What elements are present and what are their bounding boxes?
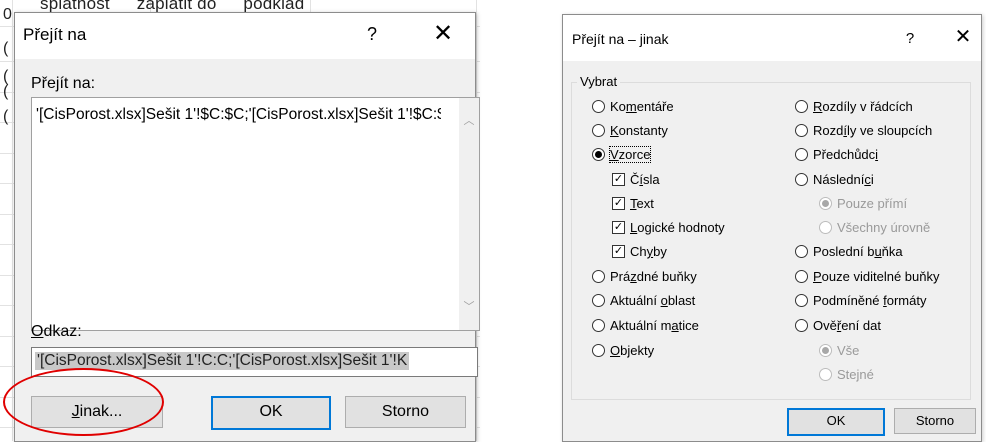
radio-icon[interactable] (795, 173, 808, 187)
reference-label-post: dkaz: (43, 323, 82, 340)
radio-last-cell[interactable]: Poslední buňka (795, 244, 903, 260)
go-to-screenshot: splatnost zaplatit do podklad 0 ( ( ( ( … (0, 0, 480, 442)
radio-selected-icon[interactable] (592, 148, 605, 162)
checkbox-checked-icon[interactable]: ✓ (612, 221, 625, 235)
reference-label: Odkaz: (31, 323, 82, 341)
radio-current-region[interactable]: Aktuální oblast (592, 293, 695, 309)
help-icon[interactable]: ? (360, 24, 384, 45)
radio-dependents[interactable]: Následníci (795, 172, 874, 188)
radio-icon[interactable] (795, 100, 808, 114)
dialog-title: Přejít na (23, 25, 87, 44)
radio-current-array[interactable]: Aktuální matice (592, 318, 699, 334)
radio-icon[interactable] (592, 124, 605, 138)
reference-input[interactable]: '[CisPorost.xlsx]Sešit 1'!C:C;'[CisPoros… (31, 347, 478, 377)
check-text[interactable]: ✓ Text (612, 196, 654, 212)
radio-icon[interactable] (592, 270, 605, 284)
dialog-title: Přejít na – jinak (572, 31, 669, 47)
radio-precedents[interactable]: Předchůdci (795, 147, 878, 163)
radio-disabled-icon (819, 221, 832, 235)
go-to-special-dialog: Přejít na – jinak ? ✕ Vybrat Komentáře K… (562, 14, 982, 442)
group-label: Vybrat (577, 74, 621, 89)
radio-icon[interactable] (795, 270, 808, 284)
radio-objects[interactable]: Objekty (592, 343, 654, 359)
radio-icon[interactable] (592, 294, 605, 308)
checkbox-checked-icon[interactable]: ✓ (612, 197, 625, 211)
cancel-button[interactable]: Storno (894, 408, 976, 434)
cell-fragment: ( (3, 108, 9, 125)
help-icon[interactable]: ? (901, 30, 919, 47)
special-button[interactable]: Jinak... (31, 396, 163, 428)
ok-button[interactable]: OK (211, 396, 331, 430)
check-errors[interactable]: ✓ Chyby (612, 244, 667, 260)
special-button-accel: J (71, 403, 80, 420)
radio-label: Vzorce (608, 146, 652, 163)
radio-icon[interactable] (592, 319, 605, 333)
reference-label-accel: O (31, 323, 44, 340)
dialog-titlebar: Přejít na ? ✕ (15, 13, 475, 59)
radio-icon[interactable] (795, 319, 808, 333)
radio-blanks[interactable]: Prázdné buňky (592, 269, 697, 285)
check-logicals[interactable]: ✓ Logické hodnoty (612, 220, 725, 236)
radio-disabled-selected-icon (819, 197, 832, 211)
scroll-up-icon[interactable]: ︿ (459, 112, 479, 128)
radio-icon[interactable] (795, 148, 808, 162)
radio-visible-cells[interactable]: Pouze viditelné buňky (795, 269, 939, 285)
radio-icon[interactable] (592, 344, 605, 358)
cell-fragment: 0 (3, 6, 12, 23)
ok-button[interactable]: OK (787, 408, 885, 436)
radio-validation-all: Vše (819, 343, 859, 359)
cell-fragment: ( (3, 83, 9, 100)
radio-icon[interactable] (592, 100, 605, 114)
scrollbar[interactable]: ︿ ﹀ (459, 98, 479, 330)
radio-validation-same: Stejné (819, 367, 874, 383)
radio-disabled-selected-icon (819, 344, 832, 358)
checkbox-checked-icon[interactable]: ✓ (612, 245, 625, 259)
goto-listbox[interactable]: '[CisPorost.xlsx]Sešit 1'!$C:$C;'[CisPor… (31, 97, 480, 331)
reference-value: '[CisPorost.xlsx]Sešit 1'!C:C;'[CisPoros… (35, 352, 410, 370)
grid-line (12, 0, 13, 441)
go-to-dialog: Přejít na ? ✕ Přejít na: '[CisPorost.xls… (14, 12, 480, 442)
radio-disabled-icon (819, 368, 832, 382)
radio-comments[interactable]: Komentáře (592, 99, 674, 115)
cell-fragment: ( (3, 40, 9, 57)
radio-constants[interactable]: Konstanty (592, 123, 668, 139)
radio-icon[interactable] (795, 245, 808, 259)
scroll-down-icon[interactable]: ﹀ (459, 298, 479, 314)
radio-icon[interactable] (795, 124, 808, 138)
radio-column-differences[interactable]: Rozdíly ve sloupcích (795, 123, 932, 139)
radio-formulas[interactable]: Vzorce (592, 146, 652, 163)
goto-list-label: Přejít na: (31, 75, 96, 92)
close-icon[interactable]: ✕ (951, 26, 975, 48)
close-icon[interactable]: ✕ (429, 21, 457, 47)
radio-icon[interactable] (795, 294, 808, 308)
cancel-button[interactable]: Storno (345, 396, 466, 428)
list-item[interactable]: '[CisPorost.xlsx]Sešit 1'!$C:$C;'[CisPor… (36, 106, 441, 124)
radio-data-validation[interactable]: Ověření dat (795, 318, 881, 334)
special-button-label: inak... (79, 403, 123, 420)
checkbox-checked-icon[interactable]: ✓ (612, 173, 625, 187)
radio-row-differences[interactable]: Rozdíly v řádcích (795, 99, 913, 115)
radio-direct-only: Pouze přímí (819, 196, 907, 212)
dialog-titlebar: Přejít na – jinak ? ✕ (563, 15, 981, 61)
check-numbers[interactable]: ✓ Čísla (612, 172, 660, 188)
radio-conditional-formats[interactable]: Podmíněné formáty (795, 293, 926, 309)
radio-all-levels: Všechny úrovně (819, 220, 930, 236)
